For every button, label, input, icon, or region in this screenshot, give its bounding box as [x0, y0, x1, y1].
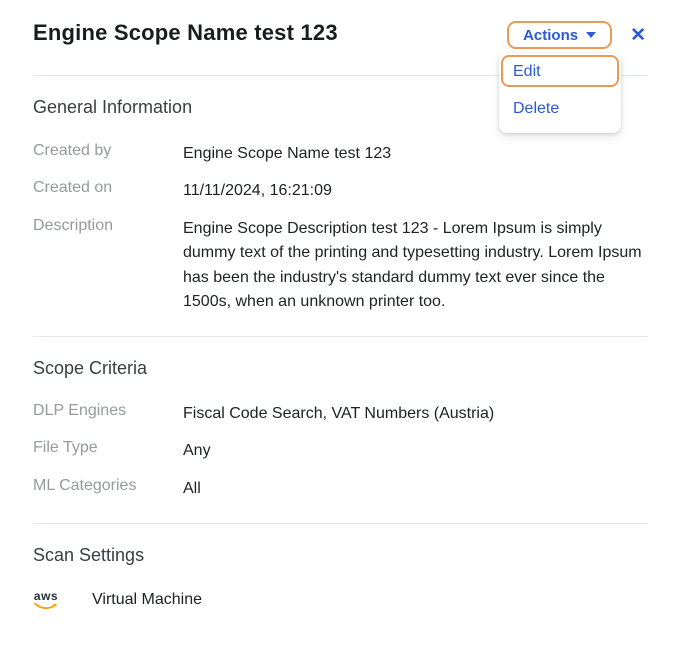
section-heading-scan: Scan Settings	[33, 545, 145, 566]
close-icon[interactable]: ✕	[628, 24, 648, 47]
field-value-file-type: Any	[183, 442, 211, 460]
field-value-created-on: 11/11/2024, 16:21:09	[183, 182, 332, 200]
aws-smile-arrow	[34, 602, 57, 610]
scan-provider-name: Virtual Machine	[92, 591, 202, 609]
field-label-file-type: File Type	[33, 439, 98, 457]
aws-logo-text: aws	[33, 589, 59, 604]
aws-logo-icon: aws	[33, 590, 59, 610]
section-heading-scope: Scope Criteria	[33, 357, 148, 378]
general-info-rows: Created by Engine Scope Name test 123 Cr…	[33, 142, 648, 315]
field-value-ml-categories: All	[183, 479, 201, 497]
scope-criteria-rows: DLP Engines Fiscal Code Search, VAT Numb…	[33, 402, 648, 501]
chevron-down-icon	[586, 32, 597, 38]
field-label-dlp-engines: DLP Engines	[33, 401, 127, 419]
panel-header: Engine Scope Name test 123 Actions ✕	[33, 0, 648, 49]
menu-item-delete[interactable]: Delete	[499, 89, 621, 131]
section-scope-criteria: Scope Criteria DLP Engines Fiscal Code S…	[33, 358, 648, 501]
field-label-ml-categories: ML Categories	[33, 476, 137, 494]
actions-button-label: Actions	[523, 26, 579, 44]
field-value-created-by: Engine Scope Name test 123	[183, 145, 392, 162]
detail-panel: Engine Scope Name test 123 Actions ✕ Edi…	[0, 0, 681, 671]
actions-button[interactable]: Actions	[507, 21, 613, 49]
header-actions: Actions ✕	[507, 21, 648, 49]
field-label-created-on: Created on	[33, 179, 113, 197]
field-value-dlp-engines: Fiscal Code Search, VAT Numbers (Austria…	[183, 404, 495, 422]
section-scan-settings: Scan Settings aws Virtual Machine	[33, 545, 648, 610]
menu-item-edit[interactable]: Edit	[501, 55, 619, 87]
actions-dropdown-menu: Edit Delete	[499, 53, 621, 133]
page-title: Engine Scope Name test 123	[33, 20, 338, 45]
field-label-description: Description	[33, 216, 114, 234]
section-divider	[33, 335, 648, 337]
section-divider	[33, 523, 648, 525]
field-value-description: Engine Scope Description test 123 - Lore…	[183, 219, 642, 311]
field-label-created-by: Created by	[33, 142, 112, 159]
scan-provider-row: aws Virtual Machine	[33, 590, 648, 610]
